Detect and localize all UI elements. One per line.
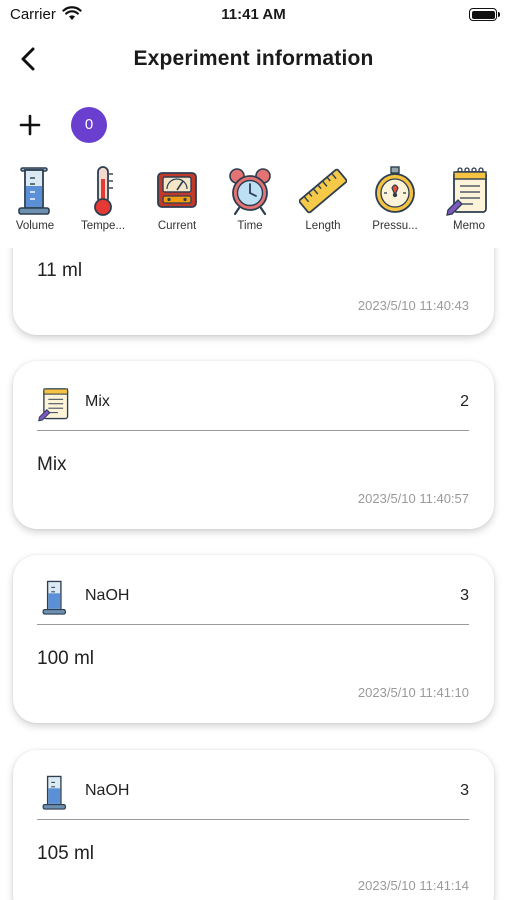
battery-icon <box>469 8 500 21</box>
record-index: 3 <box>460 782 469 799</box>
tool-row: Volume Tempe... Current Time Length Pres… <box>0 164 507 239</box>
record-header: NaOH 3 <box>37 573 469 625</box>
tool-label: Tempe... <box>80 220 126 232</box>
status-bar: Carrier 11:41 AM <box>0 0 507 30</box>
record-timestamp: 2023/5/10 11:40:57 <box>357 491 469 506</box>
page-title: Experiment information <box>133 47 374 70</box>
tool-length[interactable]: Length <box>288 164 358 239</box>
tool-label: Pressu... <box>372 220 418 232</box>
tool-label: Memo <box>453 220 485 232</box>
record-timestamp: 2023/5/10 11:41:14 <box>357 878 469 893</box>
record-timestamp: 2023/5/10 11:40:43 <box>357 298 469 313</box>
memo-icon <box>38 388 69 422</box>
record-header: Mix 2 <box>37 379 469 431</box>
record-header: NaOH 3 <box>37 768 469 820</box>
tool-label: Length <box>305 220 341 232</box>
thermometer-icon <box>94 166 113 216</box>
tool-memo[interactable]: Memo <box>434 164 504 239</box>
toolbar: 0 <box>0 105 507 145</box>
record-card[interactable]: NaOH 3 105 ml 2023/5/10 11:41:14 <box>13 750 494 900</box>
status-time: 11:41 AM <box>221 6 286 23</box>
record-list[interactable]: 11 ml 2023/5/10 11:40:43 Mix 2 Mix 2023/… <box>0 248 507 900</box>
record-value: Mix <box>37 454 67 475</box>
graduated-cylinder-icon <box>18 167 50 215</box>
record-index: 3 <box>460 587 469 604</box>
tool-time[interactable]: Time <box>215 164 285 239</box>
count-badge: 0 <box>71 107 107 143</box>
ammeter-icon <box>157 172 197 208</box>
alarm-clock-icon <box>229 168 271 216</box>
record-card[interactable]: NaOH 3 100 ml 2023/5/10 11:41:10 <box>13 555 494 723</box>
record-value: 11 ml <box>37 260 83 281</box>
record-value: 100 ml <box>37 648 95 669</box>
record-card[interactable]: 11 ml 2023/5/10 11:40:43 <box>13 248 494 335</box>
tool-label: Volume <box>15 220 55 232</box>
tool-label: Time <box>237 220 263 232</box>
record-name: Mix <box>85 393 110 410</box>
graduated-cylinder-icon <box>42 580 66 615</box>
record-name: NaOH <box>85 782 130 799</box>
plus-icon <box>19 114 41 136</box>
tool-pressure[interactable]: Pressu... <box>360 164 430 239</box>
record-card[interactable]: Mix 2 Mix 2023/5/10 11:40:57 <box>13 361 494 529</box>
tool-temperature[interactable]: Tempe... <box>68 164 138 239</box>
tool-label: Current <box>157 220 197 232</box>
record-value: 105 ml <box>37 843 95 864</box>
record-name: NaOH <box>85 587 130 604</box>
graduated-cylinder-icon <box>42 775 66 810</box>
record-index: 2 <box>460 393 469 410</box>
pressure-gauge-icon <box>375 166 415 213</box>
record-timestamp: 2023/5/10 11:41:10 <box>357 685 469 700</box>
tool-current[interactable]: Current <box>142 164 212 239</box>
memo-icon <box>446 167 487 216</box>
ruler-icon <box>299 168 347 214</box>
tool-volume[interactable]: Volume <box>0 164 70 239</box>
add-button[interactable] <box>14 109 46 141</box>
navigation-bar: Experiment information <box>0 38 507 82</box>
